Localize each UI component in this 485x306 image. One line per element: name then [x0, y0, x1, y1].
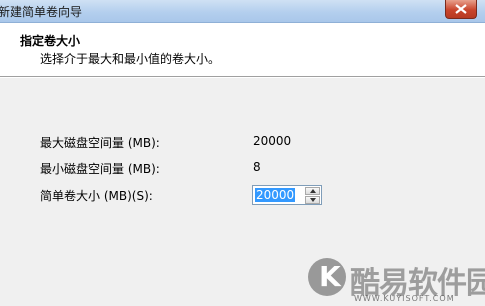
title-bar[interactable]: 新建简单卷向导 — [0, 0, 485, 23]
wizard-header: 指定卷大小 选择介于最大和最小值的卷大小。 — [0, 23, 485, 77]
volume-size-label: 简单卷大小 (MB)(S): — [40, 189, 153, 203]
volume-size-spinner[interactable]: 20000 — [252, 185, 322, 205]
spin-down-button[interactable] — [305, 196, 320, 204]
page-title: 指定卷大小 — [20, 34, 81, 48]
window-title: 新建简单卷向导 — [0, 5, 83, 19]
volume-size-input[interactable] — [255, 188, 303, 202]
close-button[interactable] — [445, 0, 477, 19]
arrow-up-icon — [310, 189, 316, 193]
watermark-logo-letter: K — [319, 260, 341, 293]
max-space-value: 20000 — [253, 134, 292, 148]
arrow-down-icon — [310, 198, 316, 202]
min-space-label: 最小磁盘空间量 (MB): — [40, 162, 160, 176]
watermark: K 酷易软件园 WWW.KUYISOFT.COM — [300, 254, 485, 306]
header-divider — [0, 77, 485, 78]
min-space-value: 8 — [253, 160, 261, 174]
close-icon — [455, 4, 467, 14]
spin-up-button[interactable] — [305, 187, 320, 195]
watermark-url: WWW.KUYISOFT.COM — [354, 294, 455, 303]
page-subtitle: 选择介于最大和最小值的卷大小。 — [40, 52, 221, 66]
max-space-label: 最大磁盘空间量 (MB): — [40, 136, 160, 150]
